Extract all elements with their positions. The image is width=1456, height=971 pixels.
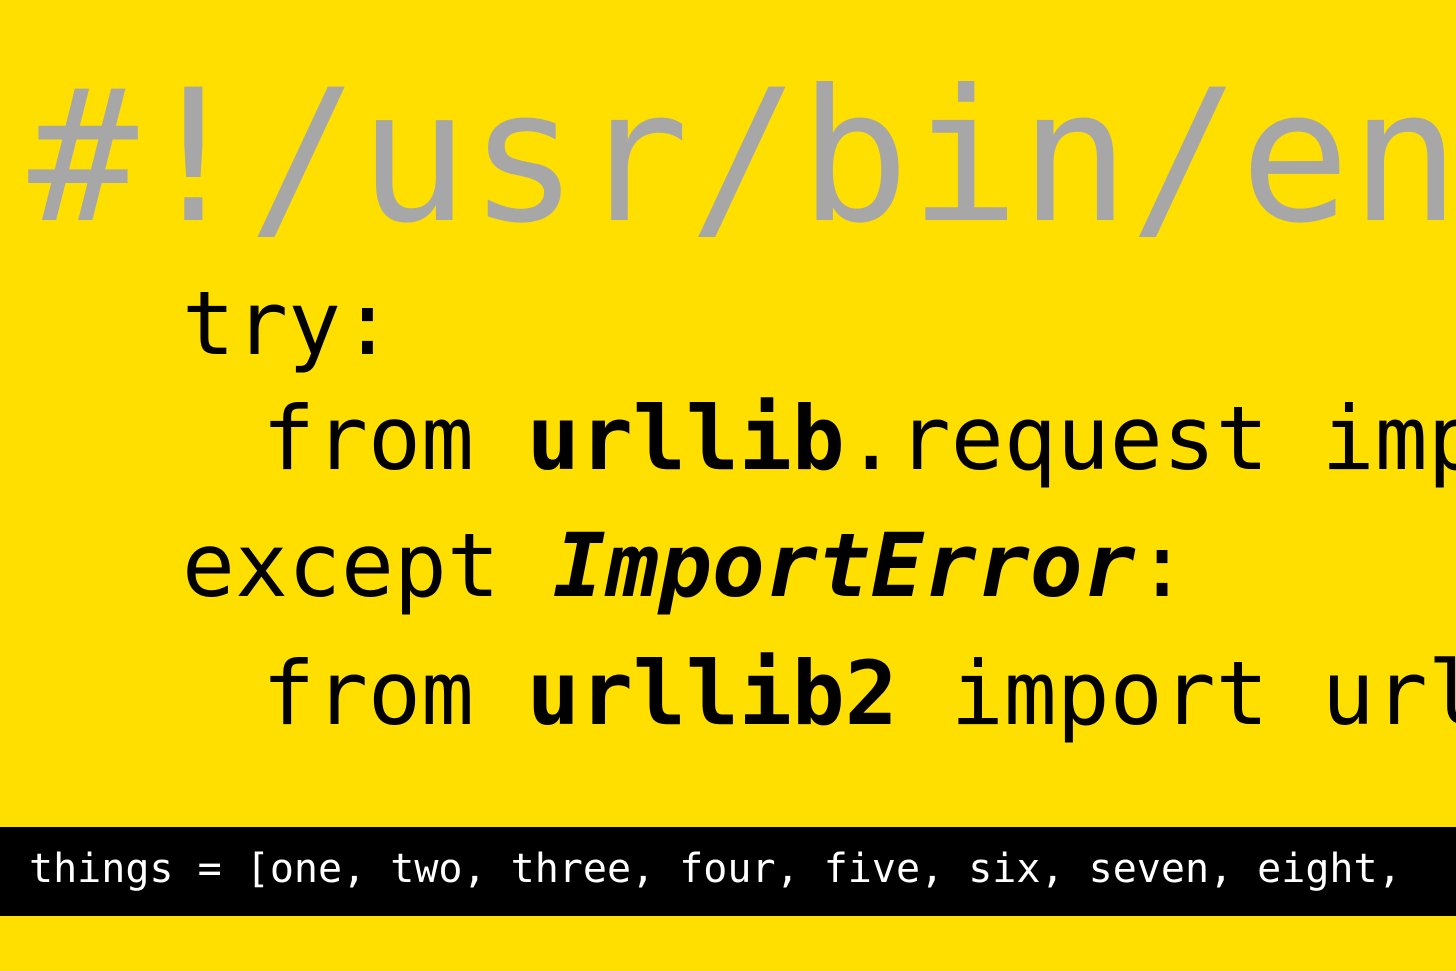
code-poster: #!/usr/bin/env try: from urllib.request … bbox=[0, 0, 1456, 971]
import-clause: .request impo bbox=[844, 387, 1456, 490]
shebang-line: #!/usr/bin/env bbox=[28, 51, 1456, 264]
from-keyword: from bbox=[262, 642, 527, 745]
from-keyword: from bbox=[262, 387, 527, 490]
code-line-import-urllib2: from urllib2 import urlo bbox=[262, 650, 1456, 738]
bottom-code-bar: things = [one, two, three, four, five, s… bbox=[0, 827, 1456, 916]
except-colon: : bbox=[1135, 514, 1189, 617]
exception-name: ImportError bbox=[552, 514, 1136, 617]
code-line-import-urllib-request: from urllib.request impo bbox=[262, 395, 1456, 483]
module-name-urllib2: urllib2 bbox=[526, 642, 898, 745]
code-line-try: try: bbox=[182, 280, 394, 368]
try-keyword: try: bbox=[182, 272, 394, 375]
bottom-bar-text: things = [one, two, three, four, five, s… bbox=[29, 846, 1402, 892]
import-clause: import urlo bbox=[950, 642, 1456, 745]
module-name-urllib: urllib bbox=[526, 387, 845, 490]
code-line-except: except ImportError: bbox=[182, 522, 1189, 610]
except-keyword: except bbox=[182, 514, 553, 617]
